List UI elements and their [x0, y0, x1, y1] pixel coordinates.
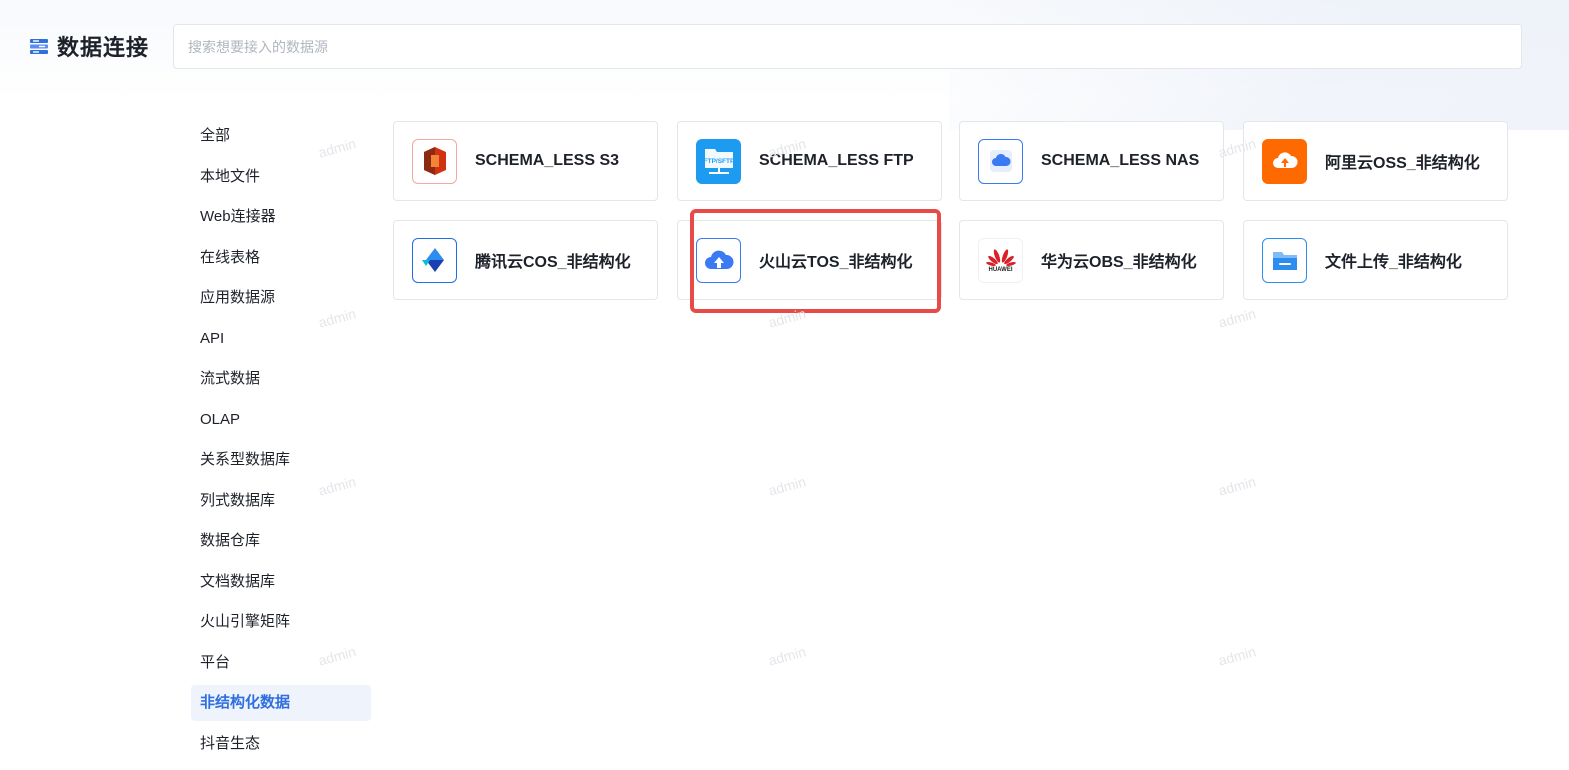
- sidebar-item[interactable]: 非结构化数据: [191, 685, 371, 721]
- watermark: admin: [766, 643, 808, 669]
- watermark: admin: [1216, 305, 1258, 331]
- connector-card[interactable]: 火山云TOS_非结构化: [677, 220, 942, 300]
- search-input[interactable]: [173, 24, 1522, 69]
- nas-cloud-icon: [978, 138, 1023, 184]
- huawei-obs-icon: HUAWEI: [978, 237, 1023, 283]
- page-title: 数据连接: [57, 35, 150, 60]
- sidebar-item[interactable]: 数据仓库: [191, 523, 371, 559]
- connector-card[interactable]: FTP/SFTP SCHEMA_LESS FTP: [677, 121, 942, 201]
- sidebar-item[interactable]: 平台: [191, 645, 371, 681]
- sidebar-item[interactable]: OLAP: [191, 402, 371, 438]
- sidebar-item[interactable]: 在线表格: [191, 240, 371, 276]
- watermark: admin: [766, 473, 808, 499]
- sidebar-item[interactable]: 列式数据库: [191, 483, 371, 519]
- connector-card[interactable]: 腾讯云COS_非结构化: [393, 220, 658, 300]
- sidebar-item[interactable]: 火山引擎矩阵: [191, 604, 371, 640]
- connector-card[interactable]: SCHEMA_LESS NAS: [959, 121, 1224, 201]
- volcano-tos-icon: [696, 237, 741, 283]
- category-sidebar: 全部本地文件 Web连接器 在线表格应用数据源 API 流式数据 OLAP 关系型数据库 列式…: [191, 118, 371, 766]
- sidebar-item[interactable]: 关系型数据库: [191, 442, 371, 478]
- file-upload-folder-icon: [1262, 237, 1307, 283]
- connector-label: SCHEMA_LESS S3: [475, 152, 620, 169]
- sidebar-item[interactable]: 全部: [191, 118, 371, 154]
- sidebar-item[interactable]: Web连接器: [191, 199, 371, 235]
- sidebar-item[interactable]: 流式数据: [191, 361, 371, 397]
- sidebar-item[interactable]: 文档数据库: [191, 564, 371, 600]
- header: 数据连接: [0, 0, 1569, 92]
- watermark: admin: [1216, 473, 1258, 499]
- sidebar-item[interactable]: 本地文件: [191, 159, 371, 195]
- data-connection-icon: [30, 39, 48, 54]
- connector-label: 阿里云OSS_非结构化: [1325, 155, 1480, 172]
- connector-card[interactable]: SCHEMA_LESS S3: [393, 121, 658, 201]
- connector-card[interactable]: 文件上传_非结构化: [1243, 220, 1508, 300]
- page-title-group: 数据连接: [29, 30, 149, 62]
- ftp-icon-text: FTP/SFTP: [703, 158, 734, 165]
- huawei-icon-text: HUAWEI: [988, 267, 1013, 273]
- tencent-cos-icon: [412, 237, 457, 283]
- connector-label: 华为云OBS_非结构化: [1041, 254, 1197, 271]
- connector-label: 火山云TOS_非结构化: [759, 254, 913, 271]
- aliyun-oss-icon: [1262, 138, 1307, 184]
- sidebar-item[interactable]: 抖音生态: [191, 726, 371, 762]
- watermark: admin: [1216, 643, 1258, 669]
- connector-card[interactable]: HUAWEI 华为云OBS_非结构化: [959, 220, 1224, 300]
- connector-label: SCHEMA_LESS FTP: [759, 152, 914, 169]
- connector-label: 腾讯云COS_非结构化: [475, 254, 631, 271]
- connector-label: 文件上传_非结构化: [1325, 254, 1462, 271]
- sidebar-item[interactable]: API: [191, 321, 371, 357]
- sidebar-item[interactable]: 应用数据源: [191, 280, 371, 316]
- watermark: admin: [766, 305, 808, 331]
- ftp-folder-icon: FTP/SFTP: [696, 138, 741, 184]
- aws-s3-icon: [412, 138, 457, 184]
- connector-card[interactable]: 阿里云OSS_非结构化: [1243, 121, 1508, 201]
- connector-label: SCHEMA_LESS NAS: [1041, 152, 1200, 169]
